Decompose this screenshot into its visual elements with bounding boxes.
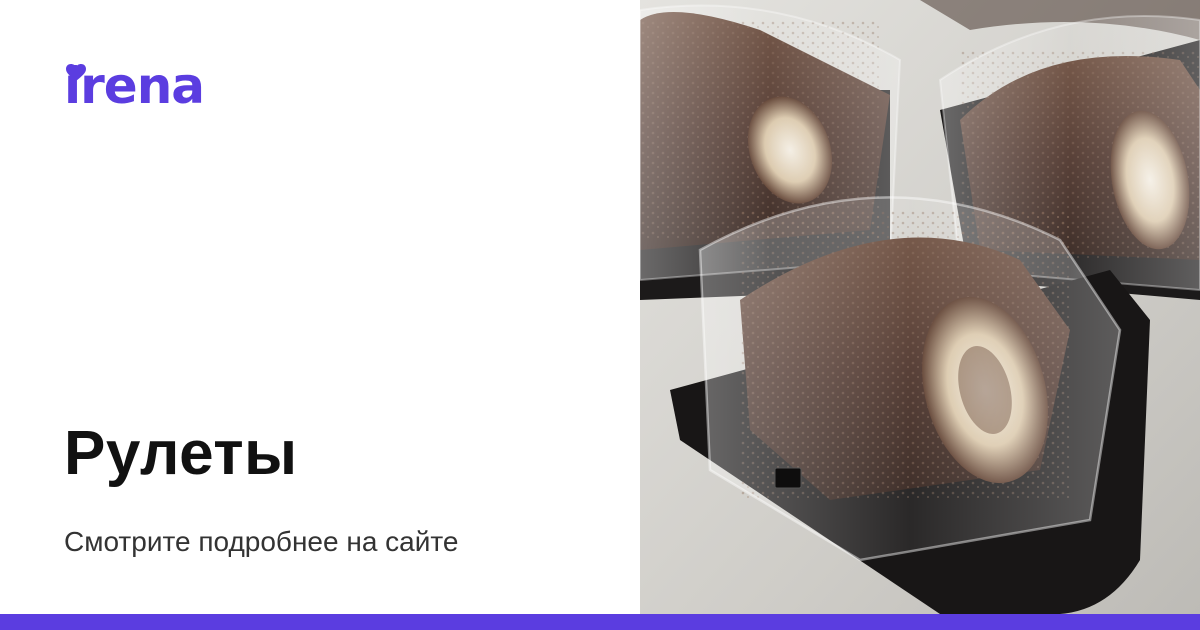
share-card: irena Рулеты Смотрите подробнее на сайте [0, 0, 1200, 630]
page-subtitle: Смотрите подробнее на сайте [64, 526, 459, 557]
heart-icon [66, 64, 86, 81]
product-photo-illustration [640, 0, 1200, 614]
brand-bar [0, 614, 1200, 630]
text-panel: irena Рулеты Смотрите подробнее на сайте [0, 0, 640, 614]
page-title: Рулеты [64, 419, 298, 488]
product-photo [640, 0, 1200, 614]
